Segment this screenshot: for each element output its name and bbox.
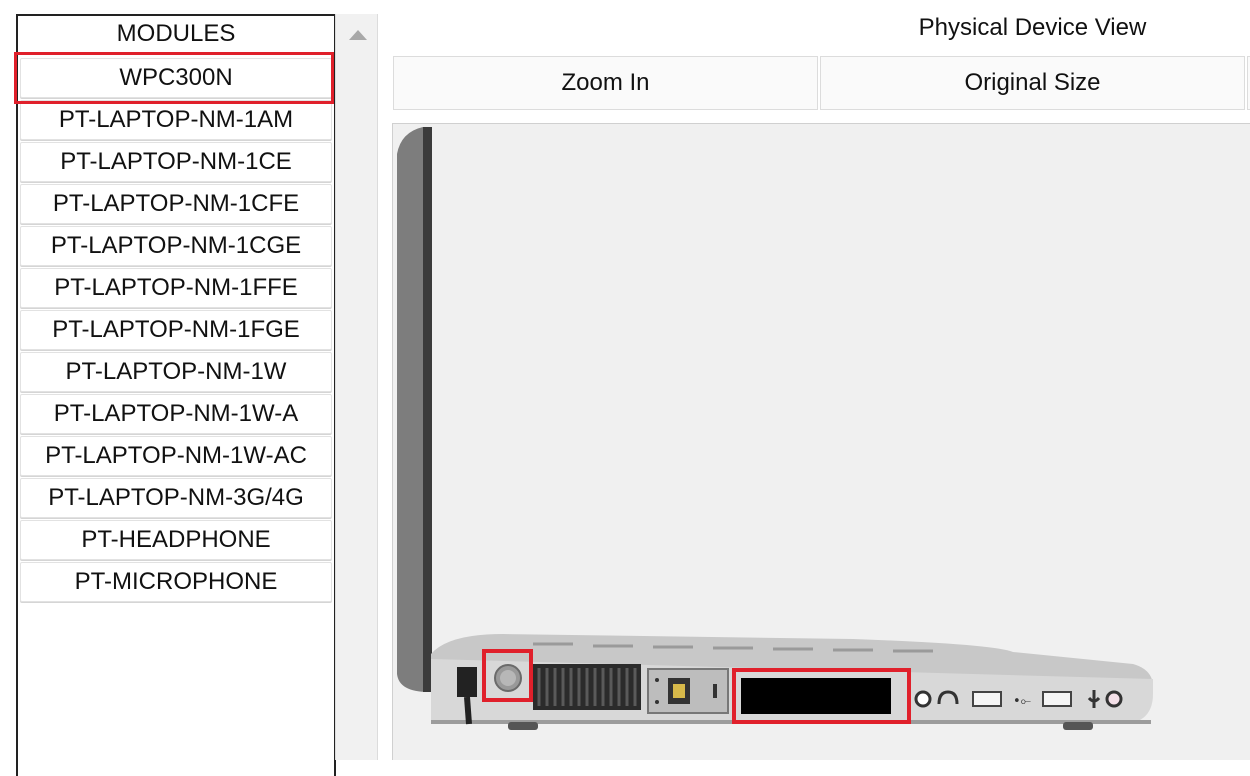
usb-port-icon[interactable] (1042, 691, 1072, 707)
laptop-foot-left (508, 722, 538, 730)
power-button-center (500, 670, 516, 686)
scroll-up-arrow-icon[interactable] (336, 24, 379, 46)
power-cable (464, 696, 472, 725)
original-size-button[interactable]: Original Size (820, 56, 1245, 110)
empty-module-slot[interactable] (741, 678, 891, 714)
module-item-pt-laptop-nm-1fge[interactable]: PT-LAPTOP-NM-1FGE (20, 310, 332, 350)
module-list-scrollbar[interactable] (335, 14, 378, 760)
module-item-pt-laptop-nm-1w[interactable]: PT-LAPTOP-NM-1W (20, 352, 332, 392)
module-screw-icon (655, 678, 659, 682)
module-item-pt-laptop-nm-1w-ac[interactable]: PT-LAPTOP-NM-1W-AC (20, 436, 332, 476)
laptop-side-view: •⟜ (397, 127, 1153, 730)
zoom-in-button[interactable]: Zoom In (393, 56, 818, 110)
module-list: WPC300N PT-LAPTOP-NM-1AM PT-LAPTOP-NM-1C… (20, 58, 332, 604)
usb-symbol-icon: •⟜ (1013, 694, 1031, 709)
device-canvas: •⟜ (392, 123, 1250, 760)
ethernet-contacts (673, 684, 685, 698)
module-screw-icon (655, 700, 659, 704)
module-item-pt-laptop-nm-1w-a[interactable]: PT-LAPTOP-NM-1W-A (20, 394, 332, 434)
module-item-pt-laptop-nm-3g-4g[interactable]: PT-LAPTOP-NM-3G/4G (20, 478, 332, 518)
modules-header: MODULES (116, 20, 236, 47)
lid-hinge-edge (423, 127, 432, 692)
modules-panel: MODULES WPC300N PT-LAPTOP-NM-1AM PT-LAPT… (16, 14, 336, 776)
usb-port-icon[interactable] (972, 691, 1002, 707)
ethernet-led (713, 684, 717, 698)
audio-in-icon[interactable] (1105, 690, 1123, 708)
module-item-pt-laptop-nm-1ffe[interactable]: PT-LAPTOP-NM-1FFE (20, 268, 332, 308)
laptop-foot-right (1063, 722, 1093, 730)
module-item-pt-laptop-nm-1cfe[interactable]: PT-LAPTOP-NM-1CFE (20, 184, 332, 224)
physical-device-view-title: Physical Device View (918, 14, 1147, 41)
module-item-pt-laptop-nm-1am[interactable]: PT-LAPTOP-NM-1AM (20, 100, 332, 140)
module-item-pt-headphone[interactable]: PT-HEADPHONE (20, 520, 332, 560)
module-item-pt-laptop-nm-1ce[interactable]: PT-LAPTOP-NM-1CE (20, 142, 332, 182)
module-item-pt-laptop-nm-1cge[interactable]: PT-LAPTOP-NM-1CGE (20, 226, 332, 266)
audio-out-icon[interactable] (914, 690, 932, 708)
module-item-wpc300n[interactable]: WPC300N (20, 58, 332, 98)
module-item-pt-microphone[interactable]: PT-MICROPHONE (20, 562, 332, 602)
power-jack-icon[interactable] (457, 667, 477, 697)
